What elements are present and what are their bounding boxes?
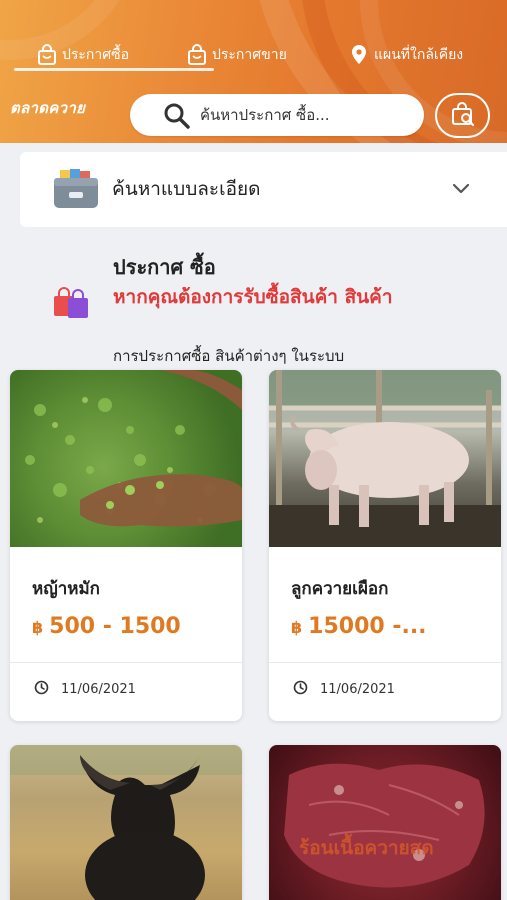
announcement-description: การประกาศซื้อ สินค้าต่างๆ ในระบบ xyxy=(113,347,345,365)
tab-bar: ประกาศซื้อ ประกาศขาย แผนที่ใกล้เคียง xyxy=(0,40,507,74)
baht-currency: ฿ xyxy=(291,618,303,637)
search-input[interactable]: ค้นหาประกาศ ซื้อ... xyxy=(130,94,424,136)
date-text: 11/06/2021 xyxy=(320,682,395,697)
shopping-bags-icon xyxy=(52,286,90,324)
map-pin-icon xyxy=(348,44,370,66)
bag-search-icon xyxy=(449,100,477,132)
product-card[interactable]: ลูกควายเผือก ฿ 15000 -... 11/06/2021 xyxy=(269,370,501,721)
tab-label: ประกาศขาย xyxy=(212,47,287,63)
tab-nearby-map[interactable]: แผนที่ใกล้เคียง xyxy=(348,40,463,70)
search-placeholder: ค้นหาประกาศ ซื้อ... xyxy=(200,106,330,124)
silage-grass-photo xyxy=(10,370,242,547)
product-price: ฿ 500 - 1500 xyxy=(32,614,181,639)
price-range: 15000 -... xyxy=(308,614,427,639)
price-range: 500 - 1500 xyxy=(49,614,181,639)
image-overlay-text: ร้อนเนื้อควายสด xyxy=(299,837,434,859)
product-card[interactable]: ร้อนเนื้อควายสด xyxy=(269,745,501,900)
product-card[interactable] xyxy=(10,745,242,900)
app-brand-label: ตลาดควาย xyxy=(10,99,86,117)
active-tab-indicator xyxy=(14,68,214,71)
search-icon xyxy=(163,102,191,134)
advanced-search-toggle[interactable]: ค้นหาแบบละเอียด xyxy=(20,152,507,227)
app-header: ประกาศซื้อ ประกาศขาย แผนที่ใกล้เคียง ตลา… xyxy=(0,0,507,143)
filing-box-icon xyxy=(52,168,100,214)
baht-currency: ฿ xyxy=(32,618,44,637)
advanced-search-label: ค้นหาแบบละเอียด xyxy=(112,178,261,200)
tab-label: ประกาศซื้อ xyxy=(62,47,130,63)
clock-icon xyxy=(293,680,308,699)
buy-announcement-section: ประกาศ ซื้อ หากคุณต้องการรับซื้อสินค้า ส… xyxy=(0,246,507,365)
albino-buffalo-photo xyxy=(269,370,501,547)
clock-icon xyxy=(34,680,49,699)
tab-buy-announcement[interactable]: ประกาศซื้อ xyxy=(36,40,129,70)
tab-sell-announcement[interactable]: ประกาศขาย xyxy=(186,40,287,70)
raw-meat-photo: ร้อนเนื้อควายสด xyxy=(269,745,501,900)
shopping-bag-icon xyxy=(36,44,58,66)
search-announcement-button[interactable] xyxy=(435,93,490,138)
date-text: 11/06/2021 xyxy=(61,682,136,697)
tab-label: แผนที่ใกล้เคียง xyxy=(374,47,464,63)
product-name: ลูกควายเผือก xyxy=(291,579,389,599)
card-divider xyxy=(10,662,242,663)
chevron-down-icon xyxy=(452,180,470,199)
black-buffalo-photo xyxy=(10,745,242,900)
announcement-title: ประกาศ ซื้อ xyxy=(113,255,216,279)
post-date: 11/06/2021 xyxy=(34,680,136,699)
product-card[interactable]: หญ้าหมัก ฿ 500 - 1500 11/06/2021 xyxy=(10,370,242,721)
shopping-bag-icon xyxy=(186,44,208,66)
card-divider xyxy=(269,662,501,663)
post-date: 11/06/2021 xyxy=(293,680,395,699)
announcement-highlight: หากคุณต้องการรับซื้อสินค้า สินค้า xyxy=(113,286,393,308)
product-price: ฿ 15000 -... xyxy=(291,614,427,639)
product-name: หญ้าหมัก xyxy=(32,579,100,599)
